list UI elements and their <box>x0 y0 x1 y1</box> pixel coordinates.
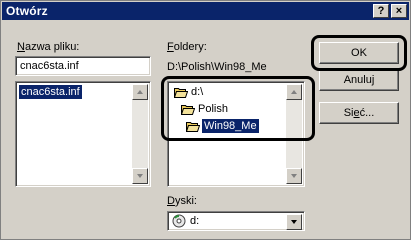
help-button[interactable]: ? <box>373 4 389 18</box>
close-button[interactable]: × <box>391 4 407 18</box>
network-button[interactable]: Sieć... <box>319 102 399 124</box>
drive-select[interactable]: d: <box>167 211 305 231</box>
title-bar[interactable]: Otwórz ? × <box>2 2 409 20</box>
open-dialog: Otwórz ? × Nazwa pliku: cnac6sta.inf cna… <box>0 0 411 240</box>
filename-label: Nazwa pliku: <box>17 41 80 53</box>
filename-list[interactable]: cnac6sta.inf <box>15 81 151 187</box>
filename-input-value: cnac6sta.inf <box>20 60 79 72</box>
cancel-button[interactable]: Anuluj <box>319 69 399 91</box>
filename-input[interactable]: cnac6sta.inf <box>15 56 151 76</box>
drives-label: Dyski: <box>167 195 197 207</box>
current-path: D:\Polish\Win98_Me <box>167 61 267 73</box>
scroll-down-button[interactable] <box>132 168 148 184</box>
scroll-down-button[interactable] <box>286 168 302 184</box>
folder-tree-highlight <box>161 76 315 141</box>
dropdown-button[interactable] <box>286 214 302 230</box>
drive-select-value: d: <box>190 215 200 227</box>
filename-list-scrollbar[interactable] <box>132 84 148 184</box>
cd-drive-icon <box>172 214 186 228</box>
scroll-up-button[interactable] <box>132 84 148 100</box>
ok-button-highlight <box>311 35 407 71</box>
folders-label: Foldery: <box>167 41 207 53</box>
window-title: Otwórz <box>6 4 48 18</box>
file-list-item[interactable]: cnac6sta.inf <box>19 85 82 99</box>
